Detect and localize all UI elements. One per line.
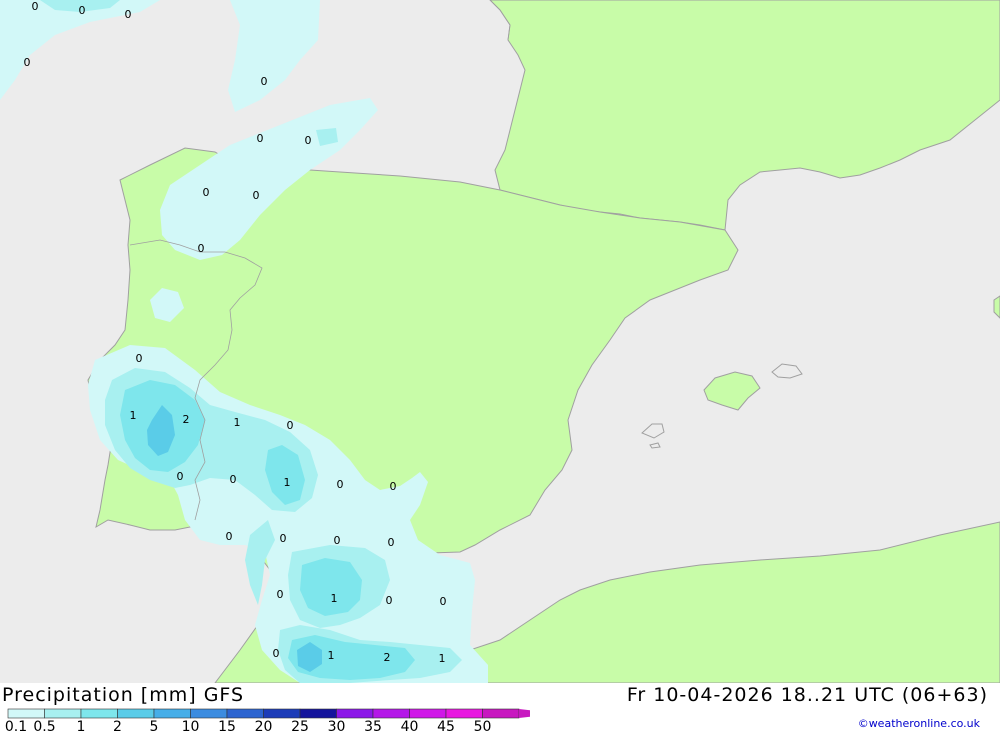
color-scale-swatch: [263, 708, 301, 719]
map-label: 2: [183, 413, 190, 426]
map-label: 0: [198, 242, 205, 255]
map-label: 1: [439, 652, 446, 665]
map-label: 1: [331, 592, 338, 605]
color-scale-swatch: [372, 708, 410, 719]
color-scale-arrow: [519, 709, 530, 718]
map-label: 0: [253, 189, 260, 202]
map-label: 0: [177, 470, 184, 483]
credit-text: ©weatheronline.co.uk: [857, 717, 980, 730]
map-label: 1: [328, 649, 335, 662]
map-label: 0: [261, 75, 268, 88]
color-scale-swatch: [153, 708, 191, 719]
product-label: Precipitation [mm]: [2, 684, 197, 706]
precipitation-map: 0 0 0 0 0 0 0 0 0 0 0 1 2 1 0 0 0 1 0 0 …: [0, 0, 1000, 683]
map-label: 0: [280, 532, 287, 545]
color-scale-swatch: [117, 708, 155, 719]
map-label: 0: [287, 419, 294, 432]
color-scale-swatch: [336, 708, 374, 719]
map-label: 0: [273, 647, 280, 660]
map-label: 0: [24, 56, 31, 69]
map-label: 0: [79, 4, 86, 17]
product-title: Precipitation [mm] GFS: [2, 684, 244, 706]
color-scale-swatch: [44, 708, 82, 719]
map-label: 0: [390, 480, 397, 493]
map-label: 0: [125, 8, 132, 21]
color-scale-swatch: [409, 708, 447, 719]
color-scale-swatch: [80, 708, 118, 719]
color-scale-swatch: [482, 708, 520, 719]
map-label: 0: [337, 478, 344, 491]
model-label: GFS: [203, 684, 245, 706]
map-label: 0: [32, 0, 39, 13]
map-label: 0: [230, 473, 237, 486]
map-label: 0: [305, 134, 312, 147]
color-scale-swatch: [445, 708, 483, 719]
color-scale-swatch: [226, 708, 264, 719]
map-label: 0: [277, 588, 284, 601]
map-label: 0: [203, 186, 210, 199]
map-label: 0: [388, 536, 395, 549]
map-label: 0: [440, 595, 447, 608]
valid-time: Fr 10-04-2026 18..21 UTC (06+63): [626, 684, 988, 706]
map-label: 1: [130, 409, 137, 422]
map-label: 2: [384, 651, 391, 664]
legend-bar: Precipitation [mm] GFS Fr 10-04-2026 18.…: [0, 683, 1000, 735]
map-label: 0: [386, 594, 393, 607]
map-label: 0: [136, 352, 143, 365]
color-scale-swatch: [299, 708, 337, 719]
map-label: 0: [334, 534, 341, 547]
map-label: 0: [257, 132, 264, 145]
map-label: 1: [234, 416, 241, 429]
map-label: 1: [284, 476, 291, 489]
map-label: 0: [226, 530, 233, 543]
color-scale-swatch: [190, 708, 228, 719]
color-scale-swatch: [7, 708, 45, 719]
